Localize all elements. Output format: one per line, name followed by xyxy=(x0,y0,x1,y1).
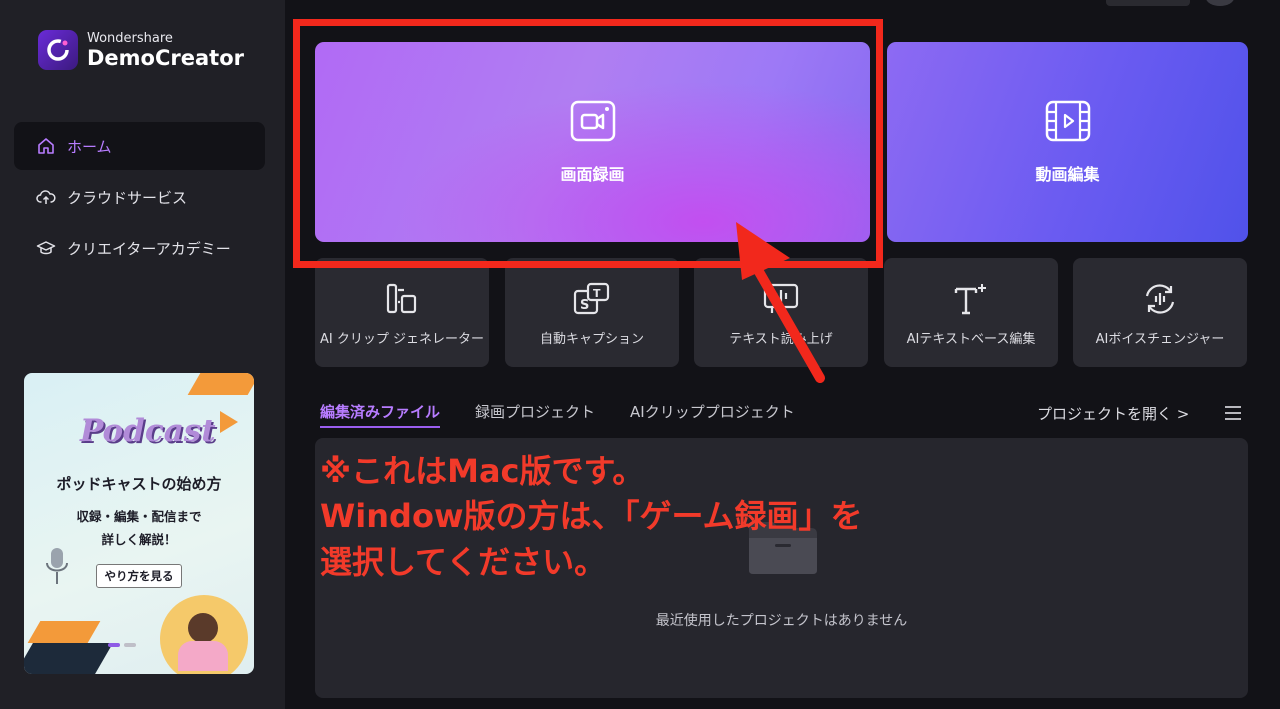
menu-icon[interactable] xyxy=(1224,405,1242,421)
annotation-line-1: ※これはMac版です。 xyxy=(320,452,645,490)
tool-label: AI クリップ ジェネレーター xyxy=(320,332,484,347)
brand: Wondershare DemoCreator xyxy=(38,30,244,70)
tab-edited-files[interactable]: 編集済みファイル xyxy=(320,401,441,428)
svg-text:S: S xyxy=(580,298,589,313)
sidebar: Wondershare DemoCreator ホーム クラウドサービス クリエ… xyxy=(0,0,285,709)
tool-ai-clip-generator[interactable]: AI クリップ ジェネレーター xyxy=(315,258,489,367)
sidebar-nav: ホーム クラウドサービス クリエイターアカデミー xyxy=(14,122,265,275)
text-edit-icon xyxy=(954,284,986,315)
podcast-logo-text: Podcast xyxy=(80,413,216,449)
auto-caption-icon: ST xyxy=(573,282,610,315)
sidebar-item-label: クラウドサービス xyxy=(67,188,188,207)
sidebar-item-label: クリエイターアカデミー xyxy=(67,239,231,258)
sidebar-item-academy[interactable]: クリエイターアカデミー xyxy=(14,224,265,272)
red-arrow-annotation xyxy=(736,222,825,383)
svg-text:T: T xyxy=(593,287,601,300)
home-icon xyxy=(38,138,54,154)
tool-ai-voice-changer[interactable]: AIボイスチェンジャー xyxy=(1073,258,1247,367)
annotation-line-3: 選択してください。 xyxy=(320,542,607,581)
podcast-promo-banner[interactable]: Podcast ポッドキャストの始め方 収録・編集・配信まで 詳しく解説！ やり… xyxy=(24,373,254,674)
empty-state-text: 最近使用したプロジェクトはありません xyxy=(655,613,908,629)
top-button[interactable] xyxy=(1106,0,1190,6)
tab-recording-projects[interactable]: 録画プロジェクト xyxy=(475,401,595,428)
tab-ai-clip-projects[interactable]: AIクリッププロジェクト xyxy=(630,401,795,428)
promo-subtitle-1: 収録・編集・配信まで xyxy=(76,509,202,524)
brand-product: DemoCreator xyxy=(87,45,244,70)
project-tabs: 編集済みファイル 録画プロジェクト AIクリッププロジェクト xyxy=(320,401,830,428)
annotation-text: ※これはMac版です。 Window版の方は、「ゲーム録画」を 選択してください… xyxy=(320,449,863,585)
brand-vendor: Wondershare xyxy=(87,30,173,46)
graduation-cap-icon xyxy=(36,241,56,255)
promo-title: ポッドキャストの始め方 xyxy=(56,475,222,493)
tool-auto-caption[interactable]: ST 自動キャプション xyxy=(505,258,679,367)
video-edit-card[interactable]: 動画編集 xyxy=(887,42,1248,242)
tool-label: AIボイスチェンジャー xyxy=(1095,332,1225,347)
microphone-icon xyxy=(46,548,68,584)
promo-subtitle-2: 詳しく解説！ xyxy=(101,532,177,547)
open-project-link[interactable]: プロジェクトを開く > xyxy=(1037,403,1189,424)
annotation-line-2: Window版の方は、「ゲーム録画」を xyxy=(320,497,863,536)
sidebar-item-cloud[interactable]: クラウドサービス xyxy=(14,173,265,221)
tool-ai-text-edit[interactable]: AIテキストベース編集 xyxy=(884,258,1058,367)
ai-clip-icon xyxy=(386,283,417,314)
tool-label: AIテキストベース編集 xyxy=(906,332,1036,347)
democreator-logo-icon xyxy=(38,30,78,70)
promo-pagination xyxy=(108,643,136,647)
cloud-upload-icon xyxy=(36,190,56,204)
tool-label: 自動キャプション xyxy=(539,332,644,347)
sidebar-item-home[interactable]: ホーム xyxy=(14,122,265,170)
sidebar-item-label: ホーム xyxy=(67,137,112,156)
video-edit-icon xyxy=(1045,100,1090,142)
video-edit-label: 動画編集 xyxy=(1035,165,1100,184)
voice-changer-icon xyxy=(1145,284,1175,314)
promo-how-to-button[interactable]: やり方を見る xyxy=(96,564,182,588)
podcaster-illustration xyxy=(160,595,248,674)
